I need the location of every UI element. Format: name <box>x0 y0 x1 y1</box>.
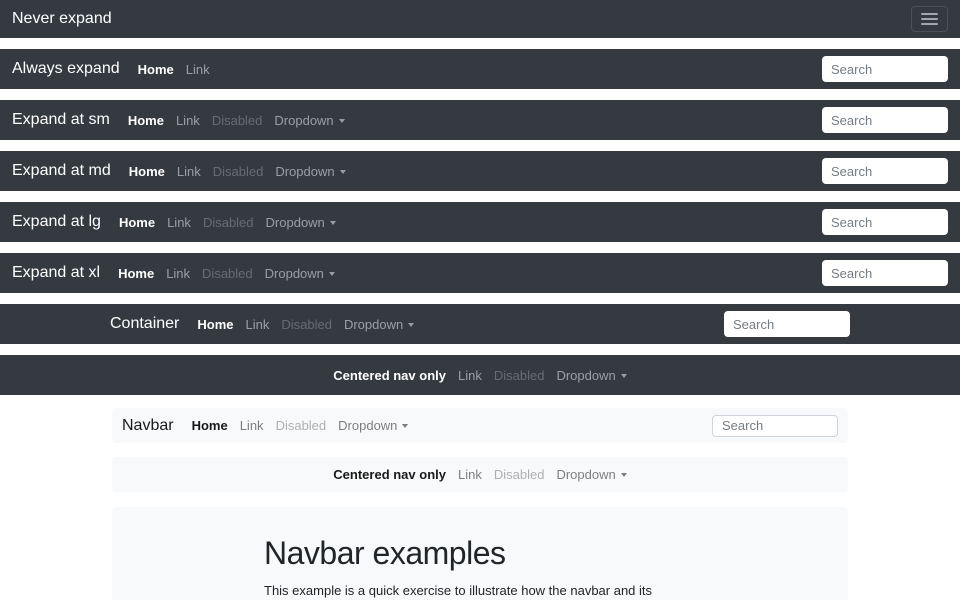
search-input[interactable] <box>822 209 948 235</box>
nav-link-home[interactable]: Home <box>122 113 170 128</box>
navbar-always-expand: Always expand Home Link <box>0 49 960 89</box>
navbar-centered-dark: Centered nav only Link Disabled Dropdown <box>0 355 960 395</box>
nav-link-home[interactable]: Home <box>113 215 161 230</box>
paragraph-text-before: This example is a quick exercise to illu… <box>264 583 687 600</box>
nav-link-home[interactable]: Home <box>123 164 171 179</box>
nav-link-disabled: Disabled <box>270 418 333 433</box>
page-container: Navbar Home Link Disabled Dropdown Cente… <box>112 408 848 600</box>
nav-link-dropdown[interactable]: Dropdown <box>269 164 351 179</box>
navbar-toggler-button[interactable] <box>911 6 948 32</box>
caret-down-icon <box>339 119 345 123</box>
navbar-never-expand: Never expand <box>0 0 960 38</box>
nav-link-disabled: Disabled <box>207 164 270 179</box>
navbar-brand-expand-sm[interactable]: Expand at sm <box>12 111 110 129</box>
jumbotron-content: Navbar examples This example is a quick … <box>264 535 696 600</box>
nav-link-disabled: Disabled <box>196 266 259 281</box>
dropdown-label: Dropdown <box>266 215 325 230</box>
caret-down-icon <box>621 473 627 477</box>
nav-link-disabled: Disabled <box>206 113 269 128</box>
search-input[interactable] <box>712 415 838 437</box>
navbar-brand-never-expand[interactable]: Never expand <box>12 10 112 28</box>
dropdown-label: Dropdown <box>556 467 615 482</box>
nav-link-disabled: Disabled <box>197 215 260 230</box>
caret-down-icon <box>621 374 627 378</box>
nav-link-disabled: Disabled <box>488 368 551 383</box>
nav-link-home[interactable]: Home <box>112 266 160 281</box>
caret-down-icon <box>330 221 336 225</box>
nav-link-disabled: Disabled <box>488 467 551 482</box>
hamburger-icon <box>921 13 938 25</box>
navbar-expand-lg: Expand at lg Home Link Disabled Dropdown <box>0 202 960 242</box>
navbar-brand-always-expand[interactable]: Always expand <box>12 60 120 78</box>
nav-link-centered-nav-only[interactable]: Centered nav only <box>327 467 452 482</box>
dropdown-label: Dropdown <box>344 317 403 332</box>
dropdown-label: Dropdown <box>265 266 324 281</box>
dropdown-label: Dropdown <box>275 164 334 179</box>
navbar-expand-md: Expand at md Home Link Disabled Dropdown <box>0 151 960 191</box>
nav-link-dropdown[interactable]: Dropdown <box>259 266 341 281</box>
nav-link-centered-nav-only[interactable]: Centered nav only <box>327 368 452 383</box>
nav-link-link[interactable]: Link <box>452 467 488 482</box>
navbar-brand-navbar[interactable]: Navbar <box>122 417 174 435</box>
dropdown-label: Dropdown <box>274 113 333 128</box>
dropdown-label: Dropdown <box>556 368 615 383</box>
nav-link-link[interactable]: Link <box>170 113 206 128</box>
caret-down-icon <box>402 424 408 428</box>
navbar-container: Container Home Link Disabled Dropdown <box>0 304 960 344</box>
nav-link-home[interactable]: Home <box>186 418 234 433</box>
navbar-centered-light: Centered nav only Link Disabled Dropdown <box>112 457 848 492</box>
caret-down-icon <box>408 323 414 327</box>
navbar-light: Navbar Home Link Disabled Dropdown <box>112 408 848 443</box>
search-input[interactable] <box>822 56 948 82</box>
navbar-brand-container[interactable]: Container <box>110 315 179 333</box>
nav-link-dropdown[interactable]: Dropdown <box>550 467 632 482</box>
jumbotron: Navbar examples This example is a quick … <box>112 507 848 600</box>
nav-link-link[interactable]: Link <box>240 317 276 332</box>
navbar-brand-expand-xl[interactable]: Expand at xl <box>12 264 100 282</box>
search-input[interactable] <box>822 107 948 133</box>
nav-link-link[interactable]: Link <box>234 418 270 433</box>
search-input[interactable] <box>822 260 948 286</box>
nav-link-link[interactable]: Link <box>180 62 216 77</box>
nav-link-link[interactable]: Link <box>160 266 196 281</box>
caret-down-icon <box>340 170 346 174</box>
nav-link-link[interactable]: Link <box>171 164 207 179</box>
nav-link-link[interactable]: Link <box>161 215 197 230</box>
nav-link-dropdown[interactable]: Dropdown <box>332 418 414 433</box>
nav-link-dropdown[interactable]: Dropdown <box>260 215 342 230</box>
navbar-brand-expand-md[interactable]: Expand at md <box>12 162 111 180</box>
nav-link-dropdown[interactable]: Dropdown <box>550 368 632 383</box>
navbar-brand-expand-lg[interactable]: Expand at lg <box>12 213 101 231</box>
nav-link-dropdown[interactable]: Dropdown <box>338 317 420 332</box>
navbar-expand-sm: Expand at sm Home Link Disabled Dropdown <box>0 100 960 140</box>
nav-link-home[interactable]: Home <box>191 317 239 332</box>
nav-link-disabled: Disabled <box>275 317 338 332</box>
nav-link-home[interactable]: Home <box>132 62 180 77</box>
dropdown-label: Dropdown <box>338 418 397 433</box>
nav-link-dropdown[interactable]: Dropdown <box>268 113 350 128</box>
search-input[interactable] <box>724 311 850 337</box>
caret-down-icon <box>329 272 335 276</box>
intro-paragraph: This example is a quick exercise to illu… <box>264 581 696 600</box>
navbar-expand-xl: Expand at xl Home Link Disabled Dropdown <box>0 253 960 293</box>
search-input[interactable] <box>822 158 948 184</box>
page-title: Navbar examples <box>264 535 696 572</box>
nav-link-link[interactable]: Link <box>452 368 488 383</box>
navbar-container-inner: Container Home Link Disabled Dropdown <box>110 311 850 337</box>
